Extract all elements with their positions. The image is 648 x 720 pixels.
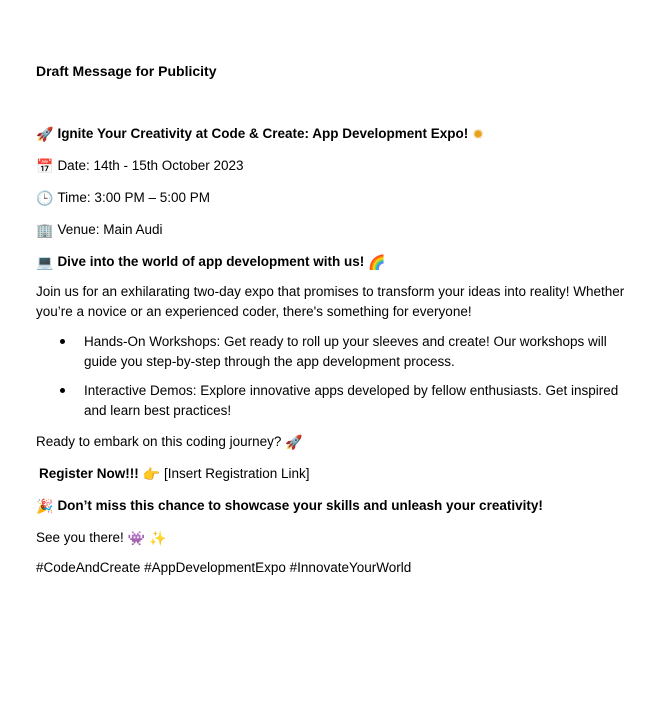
rainbow-icon: 🌈 xyxy=(368,255,386,271)
hashtags: #CodeAndCreate #AppDevelopmentExpo #Inno… xyxy=(36,560,412,575)
time-text: Time: 3:00 PM – 5:00 PM xyxy=(57,190,210,205)
venue-text: Venue: Main Audi xyxy=(57,222,163,237)
register-line: Register Now!!! 👉 [Insert Registration Li… xyxy=(39,464,310,484)
pointing-hand-icon: 👉 xyxy=(142,467,160,483)
list-item: Hands-On Workshops: Get ready to roll up… xyxy=(36,332,640,371)
sparkles-icon: ✨ xyxy=(149,531,167,547)
dont-miss-line: 🎉 Don’t miss this chance to showcase your… xyxy=(36,496,543,516)
date-text: Date: 14th - 15th October 2023 xyxy=(57,158,244,173)
list-item-text: Hands-On Workshops: Get ready to roll up… xyxy=(84,334,607,369)
building-icon: 🏢 xyxy=(36,223,54,239)
alien-monster-icon: 👾 xyxy=(127,531,146,547)
intro-paragraph: Join us for an exhilarating two-day expo… xyxy=(36,284,625,319)
headline: 🚀 Ignite Your Creativity at Code & Create… xyxy=(36,124,484,144)
document-page: Draft Message for Publicity 🚀 Ignite Your… xyxy=(0,0,648,720)
date-line: 📅 Date: 14th - 15th October 2023 xyxy=(36,156,244,176)
list-item: Interactive Demos: Explore innovative ap… xyxy=(36,381,640,420)
rocket-icon: 🚀 xyxy=(36,127,54,143)
venue-line: 🏢 Venue: Main Audi xyxy=(36,220,163,240)
see-you-line: See you there! 👾 ✨ xyxy=(36,528,170,548)
bullet-dot xyxy=(60,339,65,344)
registration-link[interactable]: [Insert Registration Link] xyxy=(164,466,310,481)
time-line: 🕒 Time: 3:00 PM – 5:00 PM xyxy=(36,188,210,208)
journey-text: Ready to embark on this coding journey? xyxy=(36,434,282,449)
document-heading: Draft Message for Publicity xyxy=(36,63,217,79)
party-popper-icon: 🎉 xyxy=(36,499,54,515)
sparkle-sun-icon: ✹ xyxy=(472,127,484,143)
laptop-icon: 💻 xyxy=(36,255,54,271)
headline-text: Ignite Your Creativity at Code & Create:… xyxy=(57,126,469,141)
register-label: Register Now!!! xyxy=(39,466,139,481)
calendar-icon: 📅 xyxy=(36,159,54,175)
bullet-dot xyxy=(60,388,65,393)
rocket-icon: 🚀 xyxy=(285,435,303,451)
list-item-text: Interactive Demos: Explore innovative ap… xyxy=(84,383,619,418)
clock-icon: 🕒 xyxy=(36,191,54,207)
see-you-text: See you there! xyxy=(36,530,124,545)
feature-list: Hands-On Workshops: Get ready to roll up… xyxy=(36,332,640,430)
dive-text: Dive into the world of app development w… xyxy=(57,254,365,269)
dont-miss-text: Don’t miss this chance to showcase your … xyxy=(57,498,543,513)
journey-line: Ready to embark on this coding journey? 🚀 xyxy=(36,432,303,452)
dive-line: 💻 Dive into the world of app development … xyxy=(36,252,386,272)
